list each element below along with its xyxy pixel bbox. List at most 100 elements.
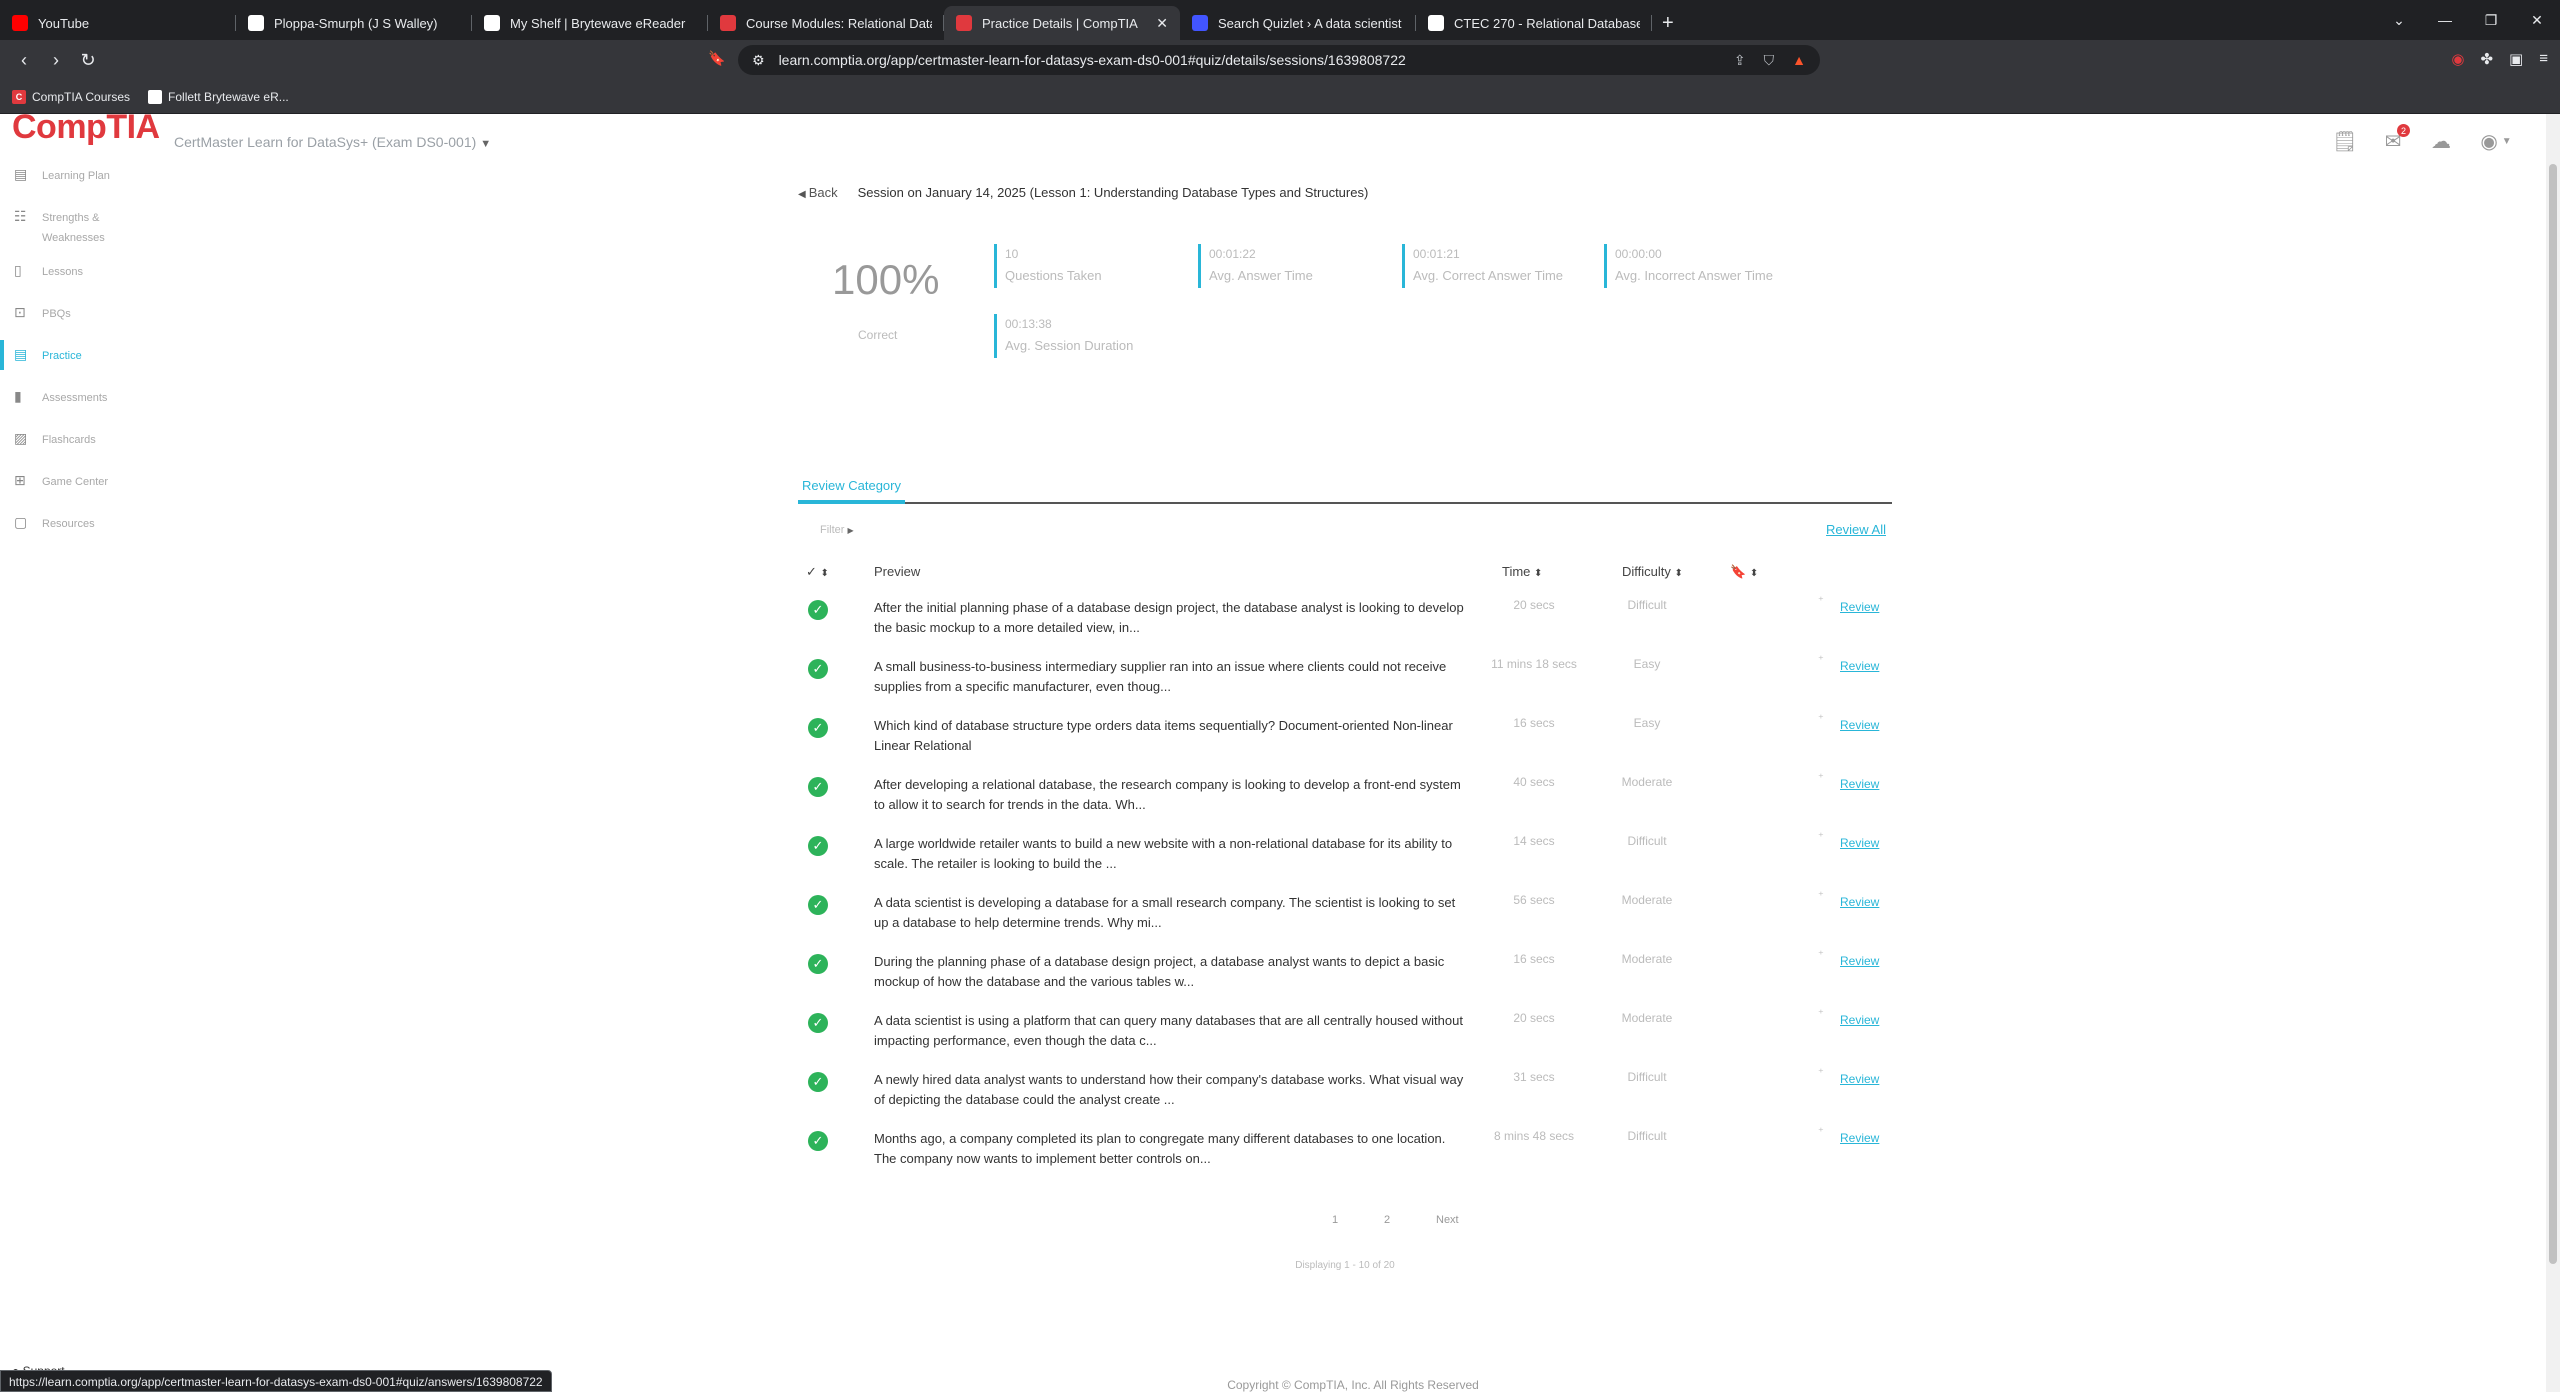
bookmark-toggle-icon[interactable]: ⁺ [1818, 653, 1824, 666]
displaying-count: Displaying 1 - 10 of 20 [1295, 1260, 1395, 1271]
question-list: ✓ After the initial planning phase of a d… [798, 595, 1892, 1188]
sidebar-item-game-center[interactable]: ⊞ Game Center [0, 472, 180, 514]
question-preview[interactable]: Months ago, a company completed its plan… [874, 1129, 1464, 1169]
review-link[interactable]: Review [1840, 954, 1879, 968]
review-link[interactable]: Review [1840, 659, 1879, 673]
close-window-button[interactable]: ✕ [2514, 12, 2560, 29]
bookmark-toggle-icon[interactable]: ⁺ [1818, 771, 1824, 784]
sort-bookmark-header[interactable]: 🔖 ⬍ [1730, 564, 1758, 580]
browser-tab[interactable]: Ploppa-Smurph (J S Walley) [236, 6, 472, 40]
bookmark-toggle-icon[interactable]: ⁺ [1818, 1066, 1824, 1079]
extensions-puzzle-icon[interactable]: ✤ [2480, 50, 2493, 68]
bookmark-toggle-icon[interactable]: ⁺ [1818, 948, 1824, 961]
back-link[interactable]: ◀ Back [798, 185, 838, 200]
bookmark-toggle-icon[interactable]: ⁺ [1818, 889, 1824, 902]
extension-icon[interactable]: ◉ [2451, 50, 2464, 68]
sort-correct-header[interactable]: ✓ ⬍ [806, 564, 829, 580]
bookmark-toggle-icon[interactable]: ⁺ [1818, 1125, 1824, 1138]
reload-icon[interactable]: ↻ [72, 50, 104, 71]
sidebar-item-practice[interactable]: ▤ Practice [0, 340, 180, 388]
sidebar-item-strengths[interactable]: ☷ Strengths & Weaknesses [0, 208, 180, 262]
question-preview[interactable]: A data scientist is developing a databas… [874, 893, 1464, 933]
sort-difficulty-header[interactable]: Difficulty ⬍ [1622, 564, 1683, 579]
mail-icon[interactable]: ✉ 2 [2380, 124, 2410, 154]
tab-search-icon[interactable]: ⌄ [2376, 12, 2422, 29]
sidebar-toggle-icon[interactable]: ▣ [2509, 50, 2523, 68]
sidebar-label-line: Assessments [42, 392, 108, 404]
answer-time: 16 secs [1513, 952, 1555, 966]
user-avatar-icon[interactable]: ◉ ▼ [2476, 128, 2516, 154]
tab-label: Practice Details | CompTIA [982, 15, 1138, 31]
sort-time-header[interactable]: Time ⬍ [1502, 564, 1542, 579]
question-preview[interactable]: A small business-to-business intermediar… [874, 657, 1464, 697]
forward-nav-icon[interactable]: › [40, 50, 72, 71]
menu-icon[interactable]: ≡ [2539, 50, 2548, 68]
url-text[interactable]: learn.comptia.org/app/certmaster-learn-f… [779, 52, 1734, 68]
close-tab-icon[interactable]: ✕ [1156, 15, 1168, 32]
question-preview[interactable]: A data scientist is using a platform tha… [874, 1011, 1464, 1051]
check-circle-icon: ✓ [808, 777, 828, 797]
question-preview[interactable]: During the planning phase of a database … [874, 952, 1464, 992]
bookmark-toggle-icon[interactable]: ⁺ [1818, 830, 1824, 843]
review-link[interactable]: Review [1840, 1013, 1879, 1027]
sidebar-item-flashcards[interactable]: ▨ Flashcards [0, 430, 180, 472]
comptia-logo[interactable]: CompTIA [12, 114, 160, 147]
back-nav-icon[interactable]: ‹ [8, 50, 40, 71]
question-preview[interactable]: After the initial planning phase of a da… [874, 598, 1464, 638]
sidebar-item-label: Resources [42, 514, 95, 534]
share-icon[interactable]: ⇪ [1734, 52, 1746, 69]
filter-toggle[interactable]: Filter ▶ [820, 524, 854, 536]
restore-button[interactable]: ❐ [2468, 12, 2514, 29]
browser-tab[interactable]: Practice Details | CompTIA ✕ [944, 6, 1180, 40]
review-link[interactable]: Review [1840, 836, 1879, 850]
product-selector[interactable]: CertMaster Learn for DataSys+ (Exam DS0-… [174, 134, 491, 150]
brave-rewards-icon[interactable]: ▲ [1792, 52, 1806, 69]
difficulty: Difficult [1627, 1129, 1667, 1143]
question-preview[interactable]: A newly hired data analyst wants to unde… [874, 1070, 1464, 1110]
question-preview[interactable]: After developing a relational database, … [874, 775, 1464, 815]
sidebar-item-lessons[interactable]: ▯ Lessons [0, 262, 180, 304]
notes-icon[interactable]: 🗒 [2332, 128, 2358, 154]
bookmark-comptia-courses[interactable]: C CompTIA Courses [12, 89, 130, 104]
stat-label: Avg. Correct Answer Time [1413, 268, 1564, 283]
sidebar-item-assessments[interactable]: ▮ Assessments [0, 388, 180, 430]
brave-shield-icon[interactable]: ⛉ [1764, 52, 1775, 69]
bookmark-icon[interactable]: 🔖 [708, 50, 725, 67]
browser-tab[interactable]: Search Quizlet › A data scientist bui [1180, 6, 1416, 40]
bookmark-toggle-icon[interactable]: ⁺ [1818, 1007, 1824, 1020]
question-preview[interactable]: Which kind of database structure type or… [874, 716, 1464, 756]
next-page-link[interactable]: Next [1436, 1214, 1459, 1226]
cloud-icon[interactable]: ☁ [2428, 128, 2454, 154]
scrollbar-thumb[interactable] [2549, 164, 2557, 1264]
status-bar-url: https://learn.comptia.org/app/certmaster… [0, 1370, 552, 1392]
review-all-link[interactable]: Review All [1826, 522, 1886, 537]
browser-tab[interactable]: My Shelf | Brytewave eReader [472, 6, 708, 40]
site-info-icon[interactable]: ⚙ [752, 52, 765, 69]
review-link[interactable]: Review [1840, 1072, 1879, 1086]
tab-label: My Shelf | Brytewave eReader [510, 15, 686, 31]
review-link[interactable]: Review [1840, 718, 1879, 732]
browser-tab[interactable]: YouTube [0, 6, 236, 40]
page-2-link[interactable]: 2 [1384, 1214, 1390, 1226]
sidebar-item-resources[interactable]: ▢ Resources [0, 514, 180, 556]
scrollbar[interactable] [2546, 114, 2560, 1392]
review-link[interactable]: Review [1840, 600, 1879, 614]
sidebar-item-learning-plan[interactable]: ▤ Learning Plan [0, 166, 180, 208]
review-link[interactable]: Review [1840, 777, 1879, 791]
browser-tab[interactable]: Course Modules: Relational Databa [708, 6, 944, 40]
difficulty: Moderate [1621, 893, 1673, 907]
sidebar-item-pbqs[interactable]: ⊡ PBQs [0, 304, 180, 346]
browser-tab[interactable]: CTEC 270 - Relational Database Cor [1416, 6, 1652, 40]
question-preview[interactable]: A large worldwide retailer wants to buil… [874, 834, 1464, 874]
review-link[interactable]: Review [1840, 1131, 1879, 1145]
review-link[interactable]: Review [1840, 895, 1879, 909]
bookmark-toggle-icon[interactable]: ⁺ [1818, 594, 1824, 607]
tab-review-category[interactable]: Review Category [798, 476, 905, 504]
page-1-link[interactable]: 1 [1332, 1214, 1338, 1226]
bookmark-label: Follett Brytewave eR... [168, 89, 289, 104]
omnibox[interactable]: ⚙ learn.comptia.org/app/certmaster-learn… [738, 45, 1820, 75]
bookmark-toggle-icon[interactable]: ⁺ [1818, 712, 1824, 725]
new-tab-button[interactable]: + [1652, 6, 1684, 40]
minimize-button[interactable]: — [2422, 12, 2468, 28]
bookmark-follett[interactable]: Follett Brytewave eR... [148, 89, 289, 104]
